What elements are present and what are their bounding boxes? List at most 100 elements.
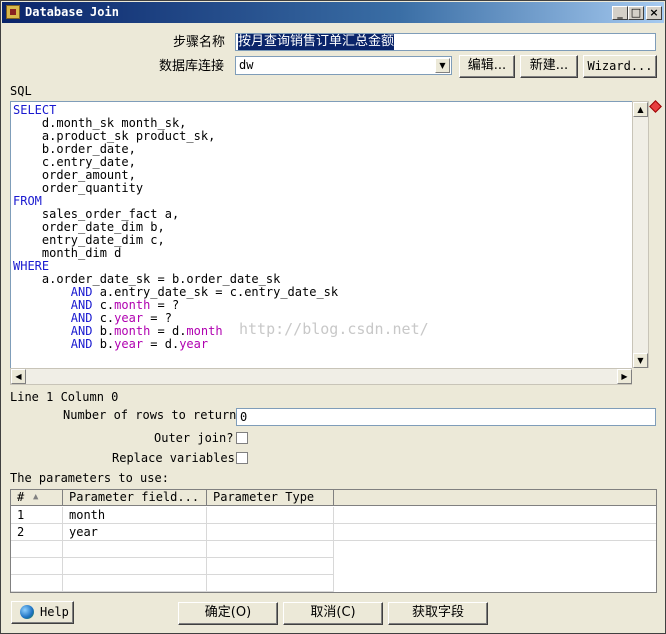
sql-text: b.: [92, 324, 115, 338]
sql-line: SELECT: [13, 103, 56, 117]
connection-label: 数据库连接: [159, 59, 225, 74]
sql-line: sales_order_fact a,: [13, 207, 179, 221]
scroll-left-icon[interactable]: ◀: [11, 369, 26, 384]
table-row-empty: [63, 558, 207, 575]
sql-line: WHERE: [13, 259, 49, 273]
sql-horizontal-scrollbar[interactable]: ◀ ▶: [10, 368, 633, 385]
step-name-input[interactable]: 按月查询销售订单汇总金额: [235, 33, 656, 51]
sql-text: a.order_date_sk = b.order_date_sk: [13, 272, 281, 286]
sql-editor[interactable]: http://blog.csdn.net/ SELECT d.month_sk …: [10, 101, 633, 369]
column-header-label: #: [17, 490, 25, 504]
maximize-button[interactable]: □: [628, 6, 644, 20]
sql-line: a.product_sk product_sk,: [13, 129, 215, 143]
edit-connection-button[interactable]: 编辑...: [459, 55, 515, 78]
column-header-number[interactable]: # ▲: [11, 490, 63, 506]
outer-join-label: Outer join?: [154, 431, 234, 445]
sql-text: month_dim d: [13, 246, 122, 260]
table-row-empty: [11, 541, 63, 558]
sql-line: c.entry_date,: [13, 155, 136, 169]
sort-up-icon: ▲: [33, 492, 39, 502]
get-fields-button[interactable]: 获取字段: [388, 602, 488, 625]
sql-keyword: FROM: [13, 194, 42, 208]
scrollbar-corner: [632, 368, 649, 385]
sql-text: order_date_dim b,: [13, 220, 165, 234]
sql-text: a.entry_date_sk = c.entry_date_sk: [92, 285, 339, 299]
sql-line: AND c.month = ?: [13, 298, 179, 312]
sql-line: order_quantity: [13, 181, 143, 195]
sql-text: c.: [92, 298, 115, 312]
scroll-up-icon[interactable]: ▲: [633, 102, 648, 117]
sql-keyword: WHERE: [13, 259, 50, 273]
sql-text: = ?: [150, 298, 180, 312]
sql-line: month_dim d: [13, 246, 121, 260]
sql-text: = d.: [150, 324, 187, 338]
sql-text: a.product_sk product_sk,: [13, 129, 216, 143]
column-header-filler: [334, 490, 656, 506]
table-row-empty: [207, 558, 334, 575]
connection-select[interactable]: dw ▼: [235, 56, 452, 75]
table-row-type[interactable]: [207, 524, 334, 541]
table-row-number[interactable]: 1: [11, 507, 63, 524]
sql-text: order_quantity: [13, 181, 144, 195]
sql-line: b.order_date,: [13, 142, 136, 156]
sql-line: AND a.entry_date_sk = c.entry_date_sk: [13, 285, 338, 299]
sql-text: order_amount,: [13, 168, 136, 182]
sql-line: d.month_sk month_sk,: [13, 116, 187, 130]
new-connection-button[interactable]: 新建...: [520, 55, 578, 78]
database-join-dialog: Database Join _ □ × 步骤名称 按月查询销售订单汇总金额 数据…: [0, 0, 666, 634]
scroll-down-icon[interactable]: ▼: [633, 353, 648, 368]
watermark-text: http://blog.csdn.net/: [239, 320, 429, 338]
table-row-filler: [334, 507, 656, 524]
sql-line: FROM: [13, 194, 42, 208]
rows-value: 0: [240, 410, 248, 424]
close-button[interactable]: ×: [646, 6, 662, 20]
sql-vertical-scrollbar[interactable]: ▲ ▼: [632, 101, 649, 369]
title-bar[interactable]: Database Join _ □ ×: [2, 2, 664, 23]
step-name-label: 步骤名称: [173, 35, 226, 50]
outer-join-checkbox[interactable]: [236, 432, 248, 444]
variable-hint-icon: [649, 100, 662, 113]
sql-keyword: SELECT: [13, 103, 57, 117]
chevron-down-icon[interactable]: ▼: [435, 58, 450, 73]
sql-function: month: [114, 298, 151, 312]
sql-keyword: AND: [70, 285, 93, 299]
column-header-type[interactable]: Parameter Type: [207, 490, 334, 506]
table-row-empty: [63, 541, 207, 558]
replace-variables-checkbox[interactable]: [236, 452, 248, 464]
table-row-field[interactable]: year: [63, 524, 207, 541]
table-row-filler: [334, 524, 656, 541]
sql-line: AND c.year = ?: [13, 311, 172, 325]
rows-input[interactable]: 0: [236, 408, 656, 426]
column-header-field[interactable]: Parameter field...: [63, 490, 207, 506]
sql-function: year: [114, 311, 144, 325]
connection-value: dw: [239, 58, 254, 72]
minimize-button[interactable]: _: [612, 6, 628, 20]
sql-text: c.entry_date,: [13, 155, 136, 169]
wizard-button[interactable]: Wizard...: [583, 55, 657, 78]
sql-keyword: AND: [70, 337, 93, 351]
ok-button[interactable]: 确定(O): [178, 602, 278, 625]
table-row-number[interactable]: 2: [11, 524, 63, 541]
table-row-empty: [207, 541, 334, 558]
sql-text: c.: [92, 311, 115, 325]
replace-variables-label: Replace variables: [112, 451, 235, 465]
cancel-button[interactable]: 取消(C): [283, 602, 383, 625]
sql-line: order_amount,: [13, 168, 136, 182]
sql-text: b.: [92, 337, 115, 351]
table-row-field[interactable]: month: [63, 507, 207, 524]
sql-text: entry_date_dim c,: [13, 233, 165, 247]
sql-line: AND b.month = d.month: [13, 324, 223, 338]
parameters-table: # ▲ Parameter field... Parameter Type 1 …: [10, 489, 657, 593]
sql-text: sales_order_fact a,: [13, 207, 180, 221]
parameters-label: The parameters to use:: [10, 471, 169, 485]
scroll-right-icon[interactable]: ▶: [617, 369, 632, 384]
sql-keyword: AND: [70, 298, 93, 312]
table-row-empty: [11, 575, 63, 592]
table-row-type[interactable]: [207, 507, 334, 524]
sql-text: = d.: [143, 337, 180, 351]
help-button[interactable]: Help: [11, 601, 74, 624]
globe-icon: [20, 605, 34, 619]
